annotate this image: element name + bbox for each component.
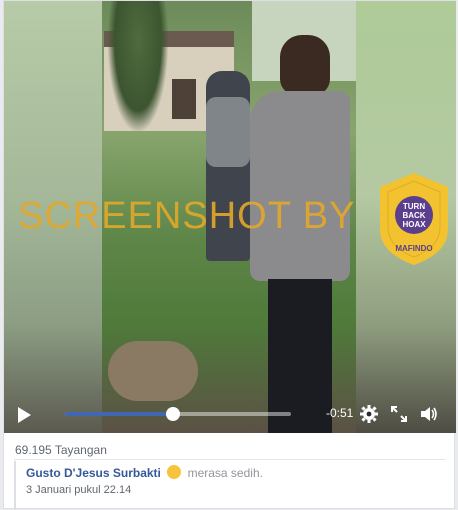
officer-shirt xyxy=(250,91,350,281)
mafindo-badge: TURN BACK HOAX MAFINDO xyxy=(380,173,448,265)
play-icon[interactable] xyxy=(18,407,31,423)
officer-head xyxy=(280,35,330,95)
fullscreen-icon[interactable] xyxy=(389,404,409,424)
feeling-text: merasa sedih. xyxy=(187,466,263,480)
divider xyxy=(14,459,446,460)
sad-emoji-icon xyxy=(167,465,182,479)
video-person-background-shirt xyxy=(206,97,250,167)
time-remaining: -0:51 xyxy=(326,406,354,420)
shared-post-header: Gusto D'Jesus Surbakti merasa sedih. 3 J… xyxy=(14,461,446,510)
progress-thumb[interactable] xyxy=(166,407,181,421)
post-timestamp[interactable]: 3 Januari pukul 22.14 xyxy=(26,484,446,496)
badge-center-line3: HOAX xyxy=(402,220,426,229)
video-controls: -0:51 xyxy=(4,395,456,433)
volume-icon[interactable] xyxy=(419,404,439,424)
video-player[interactable]: SCREENSHOT BY TURN BACK HOAX MAFINDO -0:… xyxy=(4,1,456,433)
badge-center-line2: BACK xyxy=(402,211,425,220)
progress-track[interactable] xyxy=(65,407,291,421)
progress-fill xyxy=(65,412,174,416)
gear-icon[interactable] xyxy=(359,404,379,424)
badge-bottom-text: MAFINDO xyxy=(395,244,432,253)
video-tree xyxy=(108,1,168,131)
video-window xyxy=(172,79,196,119)
watermark-text: SCREENSHOT BY xyxy=(18,195,356,237)
badge-center-line1: TURN xyxy=(403,202,425,211)
view-count: 69.195 Tayangan xyxy=(15,443,107,457)
author-name-link[interactable]: Gusto D'Jesus Surbakti xyxy=(26,466,161,480)
video-post-card: SCREENSHOT BY TURN BACK HOAX MAFINDO -0:… xyxy=(3,0,456,510)
video-lying-person xyxy=(108,341,198,401)
